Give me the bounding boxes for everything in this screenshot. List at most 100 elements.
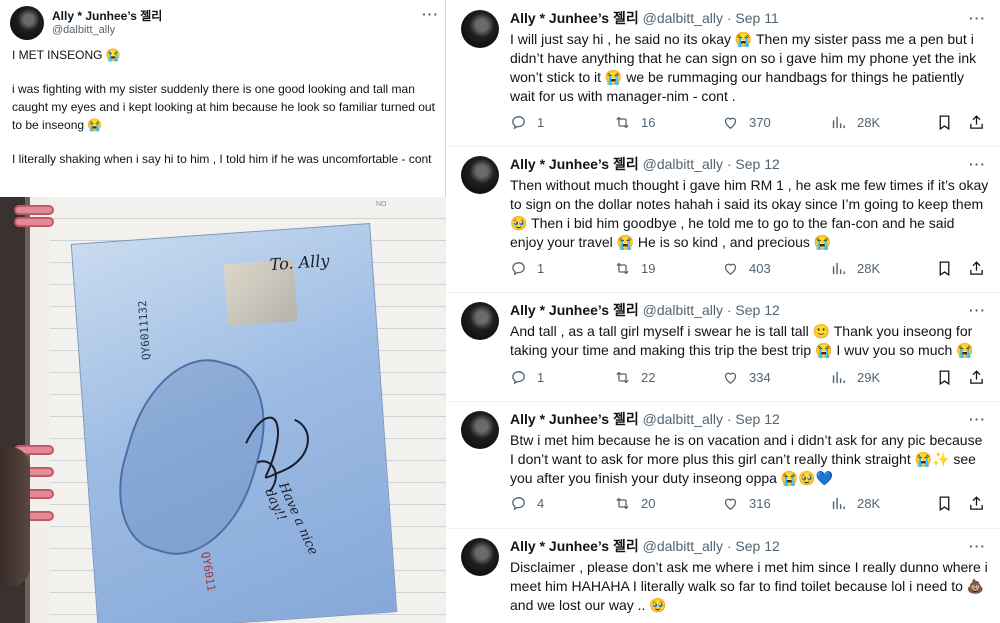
author-meta[interactable]: @dalbitt_ally · Sep 12	[643, 411, 780, 427]
reply-count: 1	[537, 115, 545, 130]
author-meta[interactable]: @dalbitt_ally · Sep 12	[643, 538, 780, 554]
repost-count: 19	[641, 261, 656, 276]
views-button[interactable]: 28K	[830, 114, 880, 131]
repost-button[interactable]: 22	[614, 369, 655, 386]
notebook-label: NO	[376, 201, 387, 208]
reply-icon	[512, 497, 525, 511]
views-button[interactable]: 28K	[830, 495, 880, 512]
author-meta[interactable]: @dalbitt_ally · Sep 11	[643, 10, 779, 26]
more-dots-icon[interactable]: ···	[969, 156, 986, 172]
like-button[interactable]: 316	[722, 495, 771, 512]
reply-icon	[512, 116, 525, 130]
reply-thread: Ally * Junhee’s 젤리 @dalbitt_ally · Sep 1…	[447, 0, 1000, 623]
avatar[interactable]	[461, 538, 499, 576]
bookmark-icon	[939, 115, 950, 131]
thread-tweet[interactable]: Ally * Junhee’s 젤리 @dalbitt_ally · Sep 1…	[447, 401, 1000, 529]
like-icon	[724, 498, 737, 510]
author-name[interactable]: Ally * Junhee’s 젤리	[510, 538, 639, 554]
avatar[interactable]	[461, 156, 499, 194]
avatar[interactable]	[461, 302, 499, 340]
repost-icon	[616, 262, 629, 275]
post-paragraph: i was fighting with my sister suddenly t…	[12, 82, 435, 132]
share-button[interactable]	[968, 114, 985, 131]
binder-ring	[14, 217, 54, 227]
avatar[interactable]	[461, 10, 499, 48]
hand	[0, 447, 30, 587]
like-count: 316	[749, 496, 771, 511]
post-paragraph: I MET INSEONG 😭	[12, 48, 121, 62]
author-name[interactable]: Ally * Junhee’s 젤리	[510, 156, 639, 172]
views-count: 28K	[857, 115, 881, 130]
share-icon	[970, 370, 983, 384]
reply-button[interactable]: 1	[510, 114, 544, 131]
thread-tweet[interactable]: Ally * Junhee’s 젤리 @dalbitt_ally · Sep 1…	[447, 146, 1000, 292]
signature-line: nice	[295, 526, 321, 558]
reply-button[interactable]: 4	[510, 495, 544, 512]
tweet-text: And tall , as a tall girl myself i swear…	[510, 323, 974, 358]
like-button[interactable]: 403	[722, 260, 771, 277]
author-name[interactable]: Ally * Junhee’s 젤리	[52, 9, 162, 23]
dedication-text: To. Ally	[269, 250, 330, 275]
bookmark-button[interactable]	[936, 114, 953, 131]
reply-count: 1	[537, 370, 545, 385]
thread-tweet[interactable]: Ally * Junhee’s 젤리 @dalbitt_ally · Sep 1…	[447, 292, 1000, 402]
bookmark-button[interactable]	[936, 495, 953, 512]
author-name[interactable]: Ally * Junhee’s 젤리	[510, 302, 639, 318]
like-icon	[724, 372, 737, 384]
repost-button[interactable]: 16	[614, 114, 655, 131]
post-text: I MET INSEONG 😭 i was fighting with my s…	[12, 46, 437, 184]
tweet-header: Ally * Junhee’s 젤리 @dalbitt_ally · Sep 1…	[510, 302, 780, 319]
more-dots-icon[interactable]: ···	[969, 538, 986, 554]
author-handle[interactable]: @dalbitt_ally	[52, 23, 162, 37]
author-meta[interactable]: @dalbitt_ally · Sep 12	[643, 302, 780, 318]
share-icon	[970, 115, 983, 129]
like-count: 370	[749, 115, 771, 130]
like-button[interactable]: 370	[722, 114, 771, 131]
views-icon	[832, 497, 845, 510]
repost-button[interactable]: 20	[614, 495, 655, 512]
more-dots-icon[interactable]: ···	[969, 10, 986, 26]
reply-count: 1	[537, 261, 545, 276]
like-icon	[724, 117, 737, 129]
repost-count: 20	[641, 496, 656, 511]
reply-button[interactable]: 1	[510, 369, 544, 386]
bookmark-button[interactable]	[936, 260, 953, 277]
share-icon	[970, 261, 983, 275]
tweet-actions: 1 22 334 29K	[510, 369, 990, 391]
reply-icon	[512, 262, 525, 276]
bookmark-icon	[939, 370, 950, 386]
tweet-actions: 4 20 316 28K	[510, 495, 990, 517]
author-name[interactable]: Ally * Junhee’s 젤리	[510, 411, 639, 427]
author-name[interactable]: Ally * Junhee’s 젤리	[510, 10, 639, 26]
share-button[interactable]	[968, 369, 985, 386]
like-count: 334	[749, 370, 771, 385]
share-button[interactable]	[968, 260, 985, 277]
tweet-header: Ally * Junhee’s 젤리 @dalbitt_ally · Sep 1…	[510, 10, 779, 27]
tweet-header: Ally * Junhee’s 젤리 @dalbitt_ally · Sep 1…	[510, 156, 780, 173]
share-button[interactable]	[968, 495, 985, 512]
left-post: Ally * Junhee’s 젤리 @dalbitt_ally ··· I M…	[0, 0, 446, 623]
more-dots-icon[interactable]: ···	[969, 411, 986, 427]
like-count: 403	[749, 261, 771, 276]
post-photo[interactable]: NO To. Ally QY6011132 QY6011 Have a nice…	[0, 197, 446, 623]
more-dots-icon[interactable]: ···	[969, 302, 986, 318]
reply-button[interactable]: 1	[510, 260, 544, 277]
bookmark-button[interactable]	[936, 369, 953, 386]
thread-tweet[interactable]: Ally * Junhee’s 젤리 @dalbitt_ally · Sep 1…	[447, 528, 1000, 623]
more-dots-icon[interactable]: ···	[422, 6, 439, 22]
avatar[interactable]	[10, 6, 44, 40]
repost-button[interactable]: 19	[614, 260, 655, 277]
banknote: To. Ally QY6011132 QY6011 Have a nice da…	[70, 223, 398, 623]
views-count: 28K	[857, 496, 881, 511]
views-button[interactable]: 29K	[830, 369, 880, 386]
thread-tweet[interactable]: Ally * Junhee’s 젤리 @dalbitt_ally · Sep 1…	[447, 0, 1000, 146]
views-button[interactable]: 28K	[830, 260, 880, 277]
post-header: Ally * Junhee’s 젤리 @dalbitt_ally	[10, 6, 162, 40]
repost-icon	[616, 497, 629, 510]
avatar[interactable]	[461, 411, 499, 449]
author-meta[interactable]: @dalbitt_ally · Sep 12	[643, 156, 780, 172]
tweet-actions: 1 19 403 28K	[510, 260, 990, 282]
like-button[interactable]: 334	[722, 369, 771, 386]
views-icon	[832, 116, 845, 129]
repost-icon	[616, 371, 629, 384]
